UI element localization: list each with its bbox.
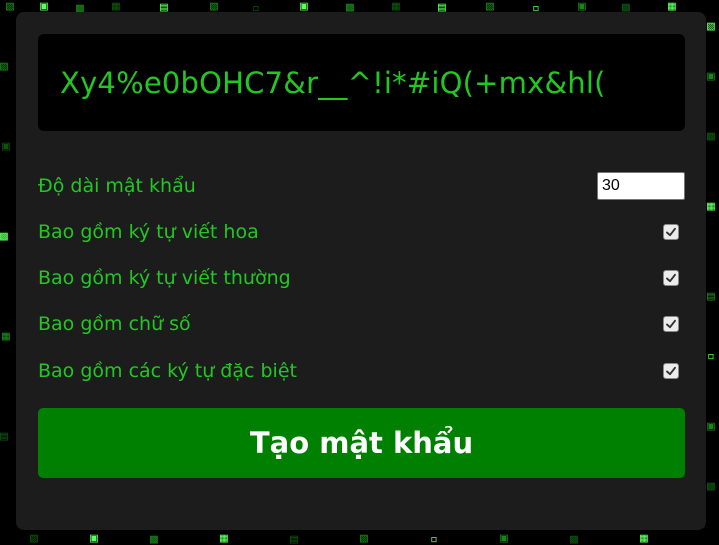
matrix-glyph: ▧ — [6, 0, 14, 14]
check-icon — [666, 227, 676, 237]
lowercase-checkbox[interactable] — [663, 270, 679, 286]
matrix-glyph: ▣ — [90, 531, 98, 545]
matrix-glyph: ▤ — [707, 289, 715, 304]
matrix-glyph: ▧ — [30, 531, 38, 545]
matrix-glyph: ▧ — [0, 59, 8, 74]
option-row-lowercase: Bao gồm ký tự viết thường — [38, 263, 685, 293]
matrix-glyph: ▧ — [360, 531, 368, 545]
check-icon — [666, 273, 676, 283]
check-icon — [666, 319, 676, 329]
matrix-glyph: ▣ — [2, 139, 10, 154]
matrix-glyph: ▩ — [707, 479, 715, 494]
matrix-glyph: ▩ — [707, 129, 715, 144]
lowercase-label: Bao gồm ký tự viết thường — [38, 267, 291, 289]
check-icon — [666, 366, 676, 376]
matrix-glyph: ▦ — [640, 531, 648, 545]
matrix-glyph: ▫ — [707, 349, 715, 364]
matrix-glyph: ▣ — [500, 531, 508, 545]
matrix-glyph: ▩ — [570, 532, 578, 545]
matrix-glyph: ▣ — [707, 419, 715, 434]
option-row-symbols: Bao gồm các ký tự đặc biệt — [38, 356, 685, 386]
matrix-glyph: ▦ — [220, 531, 228, 545]
numbers-checkbox[interactable] — [663, 316, 679, 332]
uppercase-label: Bao gồm ký tự viết hoa — [38, 221, 259, 243]
matrix-glyph: ▦ — [707, 199, 715, 214]
matrix-glyph: ▣ — [707, 69, 715, 84]
numbers-label: Bao gồm chữ số — [38, 313, 191, 335]
uppercase-checkbox[interactable] — [663, 224, 679, 240]
option-row-uppercase: Bao gồm ký tự viết hoa — [38, 217, 685, 247]
option-row-numbers: Bao gồm chữ số — [38, 309, 685, 339]
matrix-glyph: ▩ — [150, 532, 158, 545]
generated-password[interactable]: Xy4%e0bOHC7&r__^!i*#iQ(+mx&hl( — [60, 66, 606, 100]
symbols-label: Bao gồm các ký tự đặc biệt — [38, 360, 297, 382]
symbols-checkbox[interactable] — [663, 363, 679, 379]
matrix-glyph: ▧ — [707, 19, 715, 34]
matrix-glyph: ▤ — [290, 532, 298, 545]
matrix-glyph: ▩ — [0, 229, 8, 244]
matrix-glyph: ▫ — [430, 532, 438, 545]
password-generator-panel: Xy4%e0bOHC7&r__^!i*#iQ(+mx&hl( Độ dài mậ… — [16, 12, 706, 530]
option-row-length: Độ dài mật khẩu — [38, 171, 685, 201]
matrix-glyph: ▤ — [0, 429, 8, 444]
password-length-input[interactable] — [597, 172, 685, 200]
password-display[interactable]: Xy4%e0bOHC7&r__^!i*#iQ(+mx&hl( — [38, 34, 685, 131]
matrix-glyph: ▦ — [2, 329, 10, 344]
generate-password-button[interactable]: Tạo mật khẩu — [38, 408, 685, 478]
password-length-label: Độ dài mật khẩu — [38, 175, 196, 197]
